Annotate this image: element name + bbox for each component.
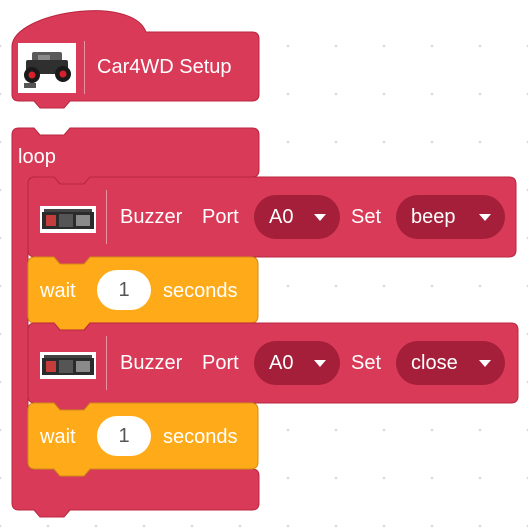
chevron-down-icon bbox=[314, 360, 326, 367]
buzzer-2-label: Buzzer bbox=[120, 352, 183, 374]
wait-2-unit: seconds bbox=[163, 426, 238, 448]
block-workspace[interactable]: Car4WD Setup loop Buzzer Port A0 Set bee… bbox=[0, 0, 528, 528]
wait-1-unit: seconds bbox=[163, 280, 238, 302]
buzzer-1-set-dropdown[interactable]: beep bbox=[396, 195, 505, 239]
buzzer-2-set-dropdown[interactable]: close bbox=[396, 341, 505, 385]
loop-block-label: loop bbox=[18, 146, 56, 168]
chevron-down-icon bbox=[479, 214, 491, 221]
car-4wd-icon bbox=[18, 43, 76, 93]
chevron-down-icon bbox=[314, 214, 326, 221]
buzzer-1-port-dropdown[interactable]: A0 bbox=[254, 195, 340, 239]
buzzer-2-port-dropdown[interactable]: A0 bbox=[254, 341, 340, 385]
chevron-down-icon bbox=[479, 360, 491, 367]
buzzer-1-port-value: A0 bbox=[269, 206, 294, 228]
buzzer-1-set-label: Set bbox=[351, 206, 382, 228]
buzzer-2-set-value: close bbox=[411, 352, 458, 374]
buzzer-1-separator bbox=[106, 190, 107, 244]
wait-1-seconds-input[interactable]: 1 bbox=[97, 270, 151, 310]
buzzer-2-separator bbox=[106, 336, 107, 390]
buzzer-1-set-value: beep bbox=[411, 206, 456, 228]
wait-2-seconds-input[interactable]: 1 bbox=[97, 416, 151, 456]
buzzer-2-port-value: A0 bbox=[269, 352, 294, 374]
buzzer-module-icon bbox=[40, 206, 96, 233]
buzzer-1-label: Buzzer bbox=[120, 206, 183, 228]
wait-2-label: wait bbox=[40, 426, 76, 448]
block-shapes bbox=[11, 10, 519, 518]
wait-1-label: wait bbox=[40, 280, 76, 302]
buzzer-2-set-label: Set bbox=[351, 352, 382, 374]
setup-separator bbox=[84, 41, 85, 94]
buzzer-2-port-label: Port bbox=[202, 352, 239, 374]
buzzer-1-port-label: Port bbox=[202, 206, 239, 228]
buzzer-module-icon bbox=[40, 352, 96, 379]
setup-block-label: Car4WD Setup bbox=[97, 56, 232, 78]
